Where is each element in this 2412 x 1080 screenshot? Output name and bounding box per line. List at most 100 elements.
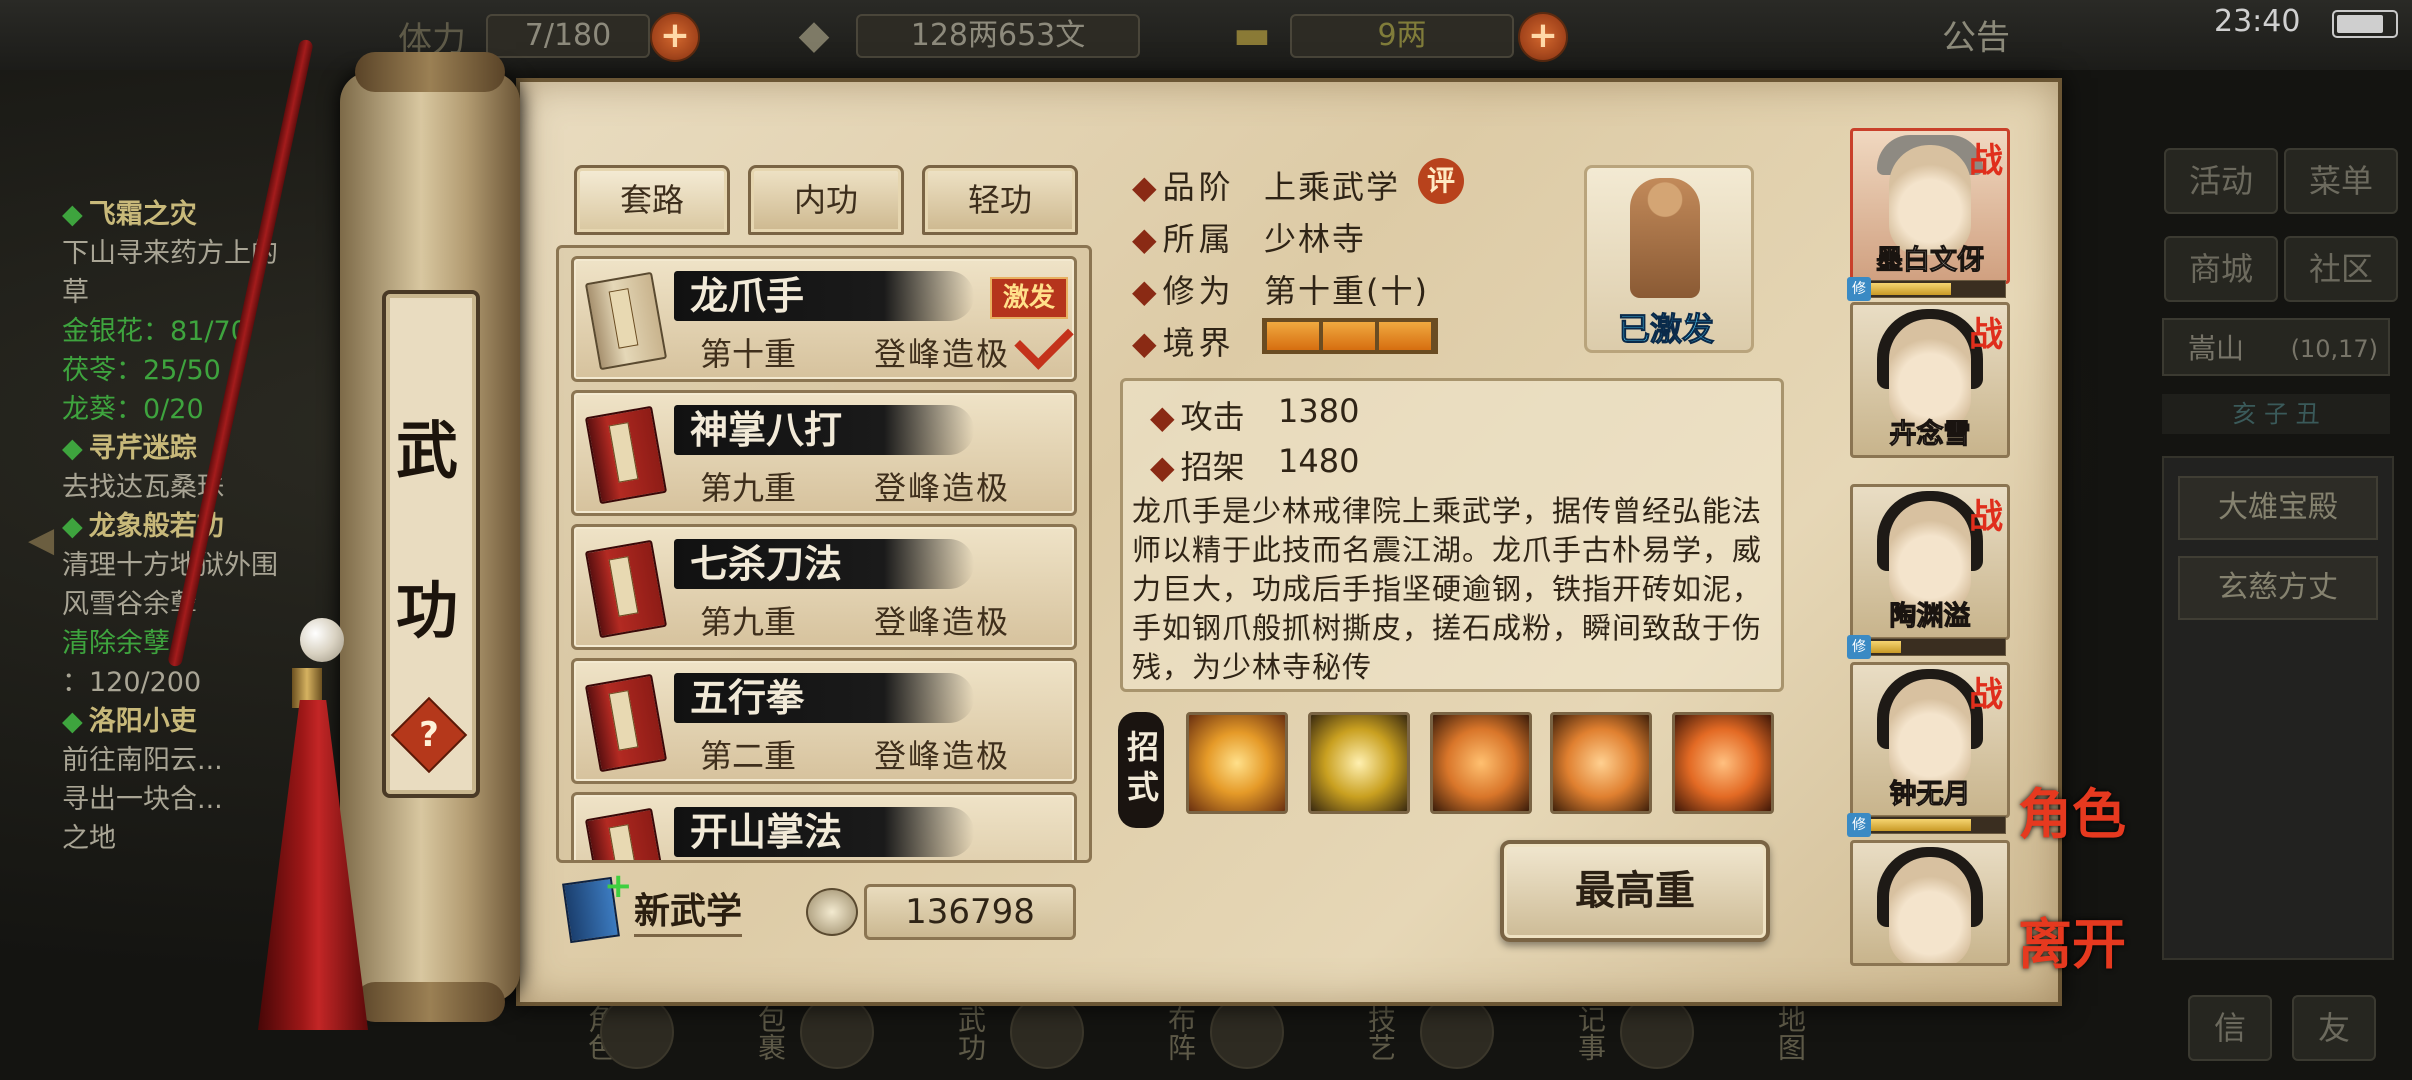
character-card[interactable]: 战 卉念雪 xyxy=(1850,302,2010,458)
character-name: 卉念雪 xyxy=(1889,419,1971,451)
realm-segment xyxy=(1323,322,1375,350)
skill-name: 龙爪手 xyxy=(690,274,805,318)
realm-segment xyxy=(1379,322,1431,350)
cultivation-tag-icon: 修 xyxy=(1847,635,1871,659)
skill-level: 第九重 xyxy=(700,603,797,641)
tab-routine[interactable]: 套路 xyxy=(574,165,730,235)
character-button[interactable]: 角色 xyxy=(2018,770,2126,849)
martial-books-icon[interactable] xyxy=(800,995,874,1069)
attack-value: 1380 xyxy=(1278,392,1360,430)
battle-badge: 战 xyxy=(1969,675,2003,715)
quest-title: ◆ 飞霜之灾 xyxy=(62,199,197,230)
character-card[interactable]: 战 陶渊溢 xyxy=(1850,484,2010,640)
moves-label: 招式 xyxy=(1118,712,1164,828)
sect-row: ◆ 所属 少林寺 xyxy=(1132,214,1364,260)
community-button[interactable]: 社区 xyxy=(2284,236,2398,302)
skill-item[interactable]: 七杀刀法 第九重 登峰造极 xyxy=(571,524,1077,650)
battle-badge: 战 xyxy=(1969,315,2003,355)
cultivation-bar: 修 xyxy=(1847,813,2006,837)
skill-name: 神掌八打 xyxy=(690,408,843,452)
skill-item-selected[interactable]: 龙爪手 激发 第十重 登峰造极 xyxy=(571,256,1077,382)
red-manual-icon xyxy=(584,405,668,505)
quest-text: 清理十方地狱外围 xyxy=(62,550,278,581)
gold-value: 9两 xyxy=(1290,14,1514,58)
realm-segment xyxy=(1267,322,1319,350)
sect-label: 所属 xyxy=(1162,220,1235,258)
journal-icon[interactable] xyxy=(1420,995,1494,1069)
panel-title-char: 功 xyxy=(395,574,458,647)
red-manual-icon xyxy=(584,807,668,860)
tassel-bead xyxy=(300,618,344,662)
burst-badge: 激发 xyxy=(990,277,1068,319)
fire-claw-icon[interactable] xyxy=(1550,712,1652,814)
location-display: 嵩山 (10,17) xyxy=(2162,318,2390,376)
collapse-arrow-icon[interactable]: ◀ xyxy=(28,520,54,560)
stamina-value: 7/180 xyxy=(486,14,650,58)
flame-burst-icon[interactable] xyxy=(1672,712,1774,814)
equipped-check-icon xyxy=(1014,310,1074,370)
monk-figure-icon xyxy=(1630,178,1700,298)
character-card[interactable] xyxy=(1850,840,2010,966)
scroll-rod-bottom xyxy=(355,982,505,1022)
formation-icon[interactable] xyxy=(1010,995,1084,1069)
character-card[interactable]: 战 钟无月 xyxy=(1850,662,2010,818)
cultivation-bar: 修 xyxy=(1847,277,2006,301)
max-level-button[interactable]: 最高重 xyxy=(1500,840,1770,942)
add-gold-button[interactable]: + xyxy=(1518,12,1568,62)
buddha-char-icon[interactable] xyxy=(1308,712,1410,814)
quest-item: 金银花：81/70 xyxy=(62,316,248,347)
character-name: 钟无月 xyxy=(1889,779,1971,811)
skill-item[interactable]: 五行拳 第二重 登峰造极 xyxy=(571,658,1077,784)
menu-button[interactable]: 菜单 xyxy=(2284,148,2398,214)
npc-item[interactable]: 玄慈方丈 xyxy=(2178,556,2378,620)
cultivation-value: 第十重(十) xyxy=(1264,272,1429,310)
friends-button[interactable]: 友 xyxy=(2292,995,2376,1061)
skill-item[interactable]: 开山掌法 xyxy=(571,792,1077,860)
red-manual-icon xyxy=(584,673,668,773)
battle-badge: 战 xyxy=(1969,497,2003,537)
character-name: 陶渊溢 xyxy=(1889,601,1971,633)
realm-label: 境界 xyxy=(1162,324,1235,362)
crafts-icon[interactable] xyxy=(1210,995,1284,1069)
cultivation-label: 修为 xyxy=(1162,272,1235,310)
character-name: 墨白文伢 xyxy=(1876,245,1985,277)
skill-name: 五行拳 xyxy=(690,676,805,720)
leave-button[interactable]: 离开 xyxy=(2018,900,2126,979)
red-manual-icon xyxy=(584,539,668,639)
panel-title-char: 武 xyxy=(395,414,458,487)
skill-item[interactable]: 神掌八打 第九重 登峰造极 xyxy=(571,390,1077,516)
activity-button[interactable]: 活动 xyxy=(2164,148,2278,214)
mail-button[interactable]: 信 xyxy=(2188,995,2272,1061)
skill-list[interactable]: 龙爪手 激发 第十重 登峰造极 神掌八打 第九重 登峰造极 七杀刀法 第九重 登… xyxy=(556,245,1092,863)
grade-label: 品阶 xyxy=(1162,168,1235,206)
tab-lightness[interactable]: 轻功 xyxy=(922,165,1078,235)
claw-strike-icon[interactable] xyxy=(1430,712,1532,814)
npc-item[interactable]: 大雄宝殿 xyxy=(2178,476,2378,540)
golden-swirl-icon[interactable] xyxy=(1186,712,1288,814)
skill-rank: 登峰造极 xyxy=(874,603,1011,641)
character-portrait xyxy=(1889,857,1971,963)
new-skill-button[interactable]: 新武学 xyxy=(634,882,743,937)
map-icon[interactable] xyxy=(1620,995,1694,1069)
gold-ingot-icon: ▬ xyxy=(1233,12,1271,58)
notice-button[interactable]: 公告 xyxy=(1942,10,2010,59)
money-value: 128两653文 xyxy=(856,14,1140,58)
skill-points-value: 136798 xyxy=(864,884,1076,940)
tab-inner-power[interactable]: 内功 xyxy=(748,165,904,235)
skill-description[interactable]: 龙爪手是少林戒律院上乘武学，据传曾经弘能法师以精于此技而名震江湖。龙爪手古朴易学… xyxy=(1132,492,1772,682)
character-card[interactable]: 战 墨白文伢 xyxy=(1850,128,2010,284)
location-name: 嵩山 xyxy=(2188,332,2245,365)
skill-rank: 登峰造极 xyxy=(874,335,1011,373)
skill-level: 第二重 xyxy=(700,737,797,775)
skill-points-icon xyxy=(806,888,858,936)
quest-text: 草 xyxy=(62,277,89,308)
bag-icon[interactable] xyxy=(600,995,674,1069)
evaluate-button[interactable]: 评 xyxy=(1418,158,1464,204)
sect-value: 少林寺 xyxy=(1264,220,1367,258)
skill-name: 七杀刀法 xyxy=(690,542,843,586)
shop-button[interactable]: 商城 xyxy=(2164,236,2278,302)
money-pouch-icon: ◆ xyxy=(798,12,830,58)
cultivation-row: ◆ 修为 第十重(十) xyxy=(1132,266,1427,312)
help-icon: ? xyxy=(419,715,439,755)
add-stamina-button[interactable]: + xyxy=(650,12,700,62)
